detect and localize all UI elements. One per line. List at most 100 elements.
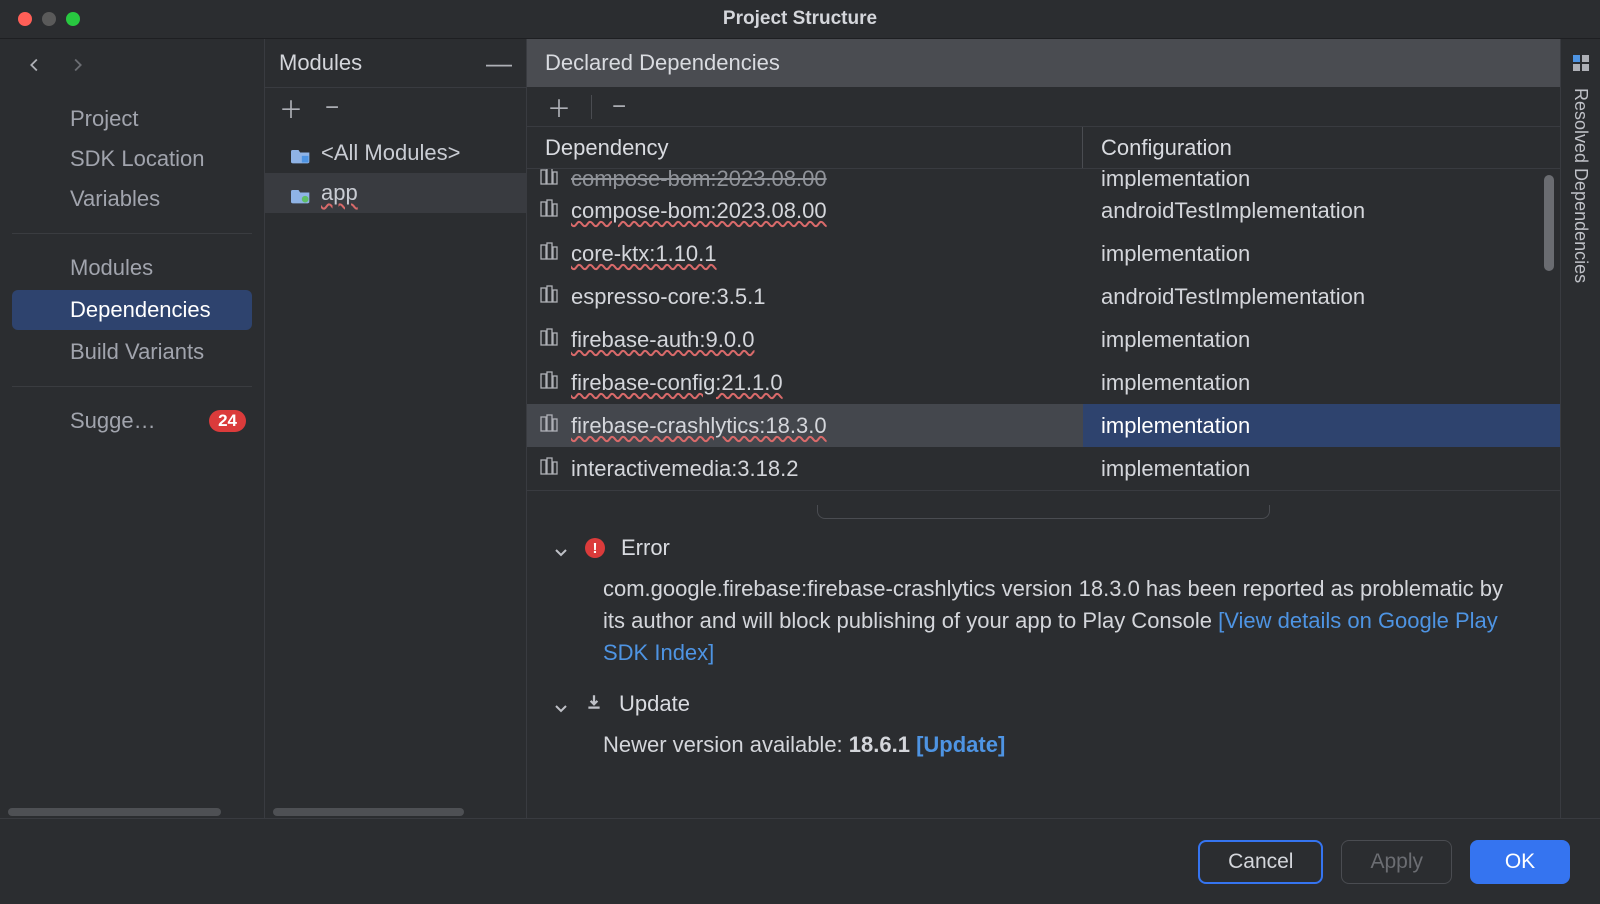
library-icon — [539, 169, 559, 189]
remove-module-button[interactable]: − — [325, 94, 339, 122]
modules-horizontal-scrollbar[interactable] — [265, 804, 526, 818]
dependency-configuration-cell[interactable]: implementation — [1083, 169, 1560, 189]
suggestions-count-badge: 24 — [209, 410, 246, 432]
dependency-row[interactable]: firebase-config:21.1.0 implementation — [527, 361, 1560, 404]
dependency-configuration-cell[interactable]: implementation — [1083, 447, 1560, 490]
dependency-name: compose-bom:2023.08.00 — [571, 169, 827, 189]
nav-item-project[interactable]: Project — [0, 99, 264, 139]
dependencies-table-body: compose-bom:2023.08.00implementationcomp… — [527, 169, 1560, 490]
folder-icon — [291, 144, 311, 162]
dependency-configuration-cell[interactable]: implementation — [1083, 404, 1560, 447]
dependency-row[interactable]: core-ktx:1.10.1 implementation — [527, 232, 1560, 275]
nav-separator — [12, 386, 252, 387]
resolved-dependencies-tab[interactable]: Resolved Dependencies — [1560, 39, 1600, 818]
dependency-configuration-cell[interactable]: implementation — [1083, 361, 1560, 404]
module-item-label: app — [321, 180, 358, 206]
dependency-name-cell[interactable]: compose-bom:2023.08.00 — [527, 189, 1083, 232]
resolved-dependencies-label: Resolved Dependencies — [1570, 88, 1591, 283]
dependency-configuration-cell[interactable]: androidTestImplementation — [1083, 275, 1560, 318]
remove-dependency-button[interactable]: − — [604, 89, 634, 125]
dependencies-panel: Declared Dependencies ＋ − Dependency Con… — [526, 39, 1560, 818]
dialog-footer: Cancel Apply OK — [0, 818, 1600, 904]
apply-button: Apply — [1341, 840, 1452, 884]
resolved-dependencies-icon — [1571, 53, 1591, 78]
library-icon — [539, 284, 559, 310]
ok-button[interactable]: OK — [1470, 840, 1570, 884]
dependency-configuration-cell[interactable]: implementation — [1083, 232, 1560, 275]
dependency-name-cell[interactable]: compose-bom:2023.08.00 — [527, 169, 1083, 189]
dependency-row[interactable]: firebase-auth:9.0.0 implementation — [527, 318, 1560, 361]
nav-separator — [12, 233, 252, 234]
modules-collapse-icon[interactable]: — — [486, 48, 512, 79]
cancel-button[interactable]: Cancel — [1198, 840, 1323, 884]
nav-item-variables[interactable]: Variables — [0, 179, 264, 219]
nav-item-build-variants[interactable]: Build Variants — [0, 332, 264, 372]
dependency-configuration-cell[interactable]: androidTestImplementation — [1083, 189, 1560, 232]
titlebar: Project Structure — [0, 0, 1600, 38]
update-label: Update — [619, 691, 690, 717]
update-version: 18.6.1 — [849, 732, 916, 757]
dependency-name-cell[interactable]: interactivemedia:3.18.2 — [527, 447, 1083, 490]
toolbar-separator — [591, 95, 592, 119]
nav-item-suggestions[interactable]: Sugge… 24 — [0, 401, 264, 441]
declared-dependencies-header: Declared Dependencies — [527, 39, 1560, 87]
library-icon — [539, 456, 559, 482]
dependency-name: firebase-config:21.1.0 — [571, 370, 783, 396]
module-item-label: <All Modules> — [321, 140, 460, 166]
dependency-name-cell[interactable]: firebase-auth:9.0.0 — [527, 318, 1083, 361]
dependency-name-cell[interactable]: firebase-config:21.1.0 — [527, 361, 1083, 404]
dependency-row[interactable]: compose-bom:2023.08.00 androidTestImpleme… — [527, 189, 1560, 232]
forward-button[interactable] — [66, 54, 88, 81]
dependencies-table-header: Dependency Configuration — [527, 127, 1560, 169]
download-icon — [585, 691, 603, 717]
nav-item-modules[interactable]: Modules — [0, 248, 264, 288]
dependency-name: firebase-auth:9.0.0 — [571, 327, 754, 353]
nav-item-sdk-location[interactable]: SDK Location — [0, 139, 264, 179]
dependency-name: espresso-core:3.5.1 — [571, 284, 765, 310]
modules-panel: Modules — ＋ − <All Modules> app — [264, 39, 526, 818]
dependency-row[interactable]: firebase-crashlytics:18.3.0 implementatio… — [527, 404, 1560, 447]
chevron-down-icon — [553, 696, 569, 712]
dependency-name: compose-bom:2023.08.00 — [571, 198, 827, 224]
error-message: com.google.firebase:firebase-crashlytics… — [547, 561, 1540, 669]
dependency-name-cell[interactable]: firebase-crashlytics:18.3.0 — [527, 404, 1083, 447]
update-prefix: Newer version available: — [603, 732, 849, 757]
chevron-down-icon — [553, 540, 569, 556]
dependency-details-panel: ! Error com.google.firebase:firebase-cra… — [527, 490, 1560, 818]
update-section-header[interactable]: Update — [547, 691, 1540, 717]
library-icon — [539, 241, 559, 267]
module-item-app[interactable]: app — [265, 173, 526, 213]
modules-toolbar: ＋ − — [265, 87, 526, 127]
library-icon — [539, 198, 559, 224]
add-module-button[interactable]: ＋ — [279, 90, 303, 125]
add-dependency-button[interactable]: ＋ — [539, 85, 579, 128]
left-sidebar: Project SDK Location Variables Modules D… — [0, 39, 264, 818]
back-button[interactable] — [24, 54, 46, 81]
column-header-dependency[interactable]: Dependency — [527, 127, 1083, 168]
error-section-header[interactable]: ! Error — [547, 535, 1540, 561]
left-horizontal-scrollbar[interactable] — [0, 804, 264, 818]
details-box-outline — [817, 505, 1270, 519]
declared-dependencies-label: Declared Dependencies — [545, 50, 780, 76]
nav-item-suggestions-label: Sugge… — [70, 408, 156, 434]
column-header-configuration[interactable]: Configuration — [1083, 127, 1560, 168]
dependency-configuration-cell[interactable]: implementation — [1083, 318, 1560, 361]
dependencies-toolbar: ＋ − — [527, 87, 1560, 127]
dependency-row[interactable]: interactivemedia:3.18.2 implementation — [527, 447, 1560, 490]
update-message: Newer version available: 18.6.1 [Update] — [547, 717, 1540, 761]
dependency-row[interactable]: compose-bom:2023.08.00 implementation — [527, 169, 1560, 189]
nav-item-dependencies[interactable]: Dependencies — [12, 290, 252, 330]
library-icon — [539, 327, 559, 353]
update-link[interactable]: [Update] — [916, 732, 1005, 757]
library-icon — [539, 370, 559, 396]
dependency-name-cell[interactable]: espresso-core:3.5.1 — [527, 275, 1083, 318]
module-item-all-modules[interactable]: <All Modules> — [265, 133, 526, 173]
modules-header-label: Modules — [279, 50, 362, 76]
dependency-name: interactivemedia:3.18.2 — [571, 456, 798, 482]
folder-icon — [291, 184, 311, 202]
dependency-name-cell[interactable]: core-ktx:1.10.1 — [527, 232, 1083, 275]
dependency-name: firebase-crashlytics:18.3.0 — [571, 413, 827, 439]
dependency-row[interactable]: espresso-core:3.5.1 androidTestImplementa… — [527, 275, 1560, 318]
library-icon — [539, 413, 559, 439]
dependency-name: core-ktx:1.10.1 — [571, 241, 717, 267]
